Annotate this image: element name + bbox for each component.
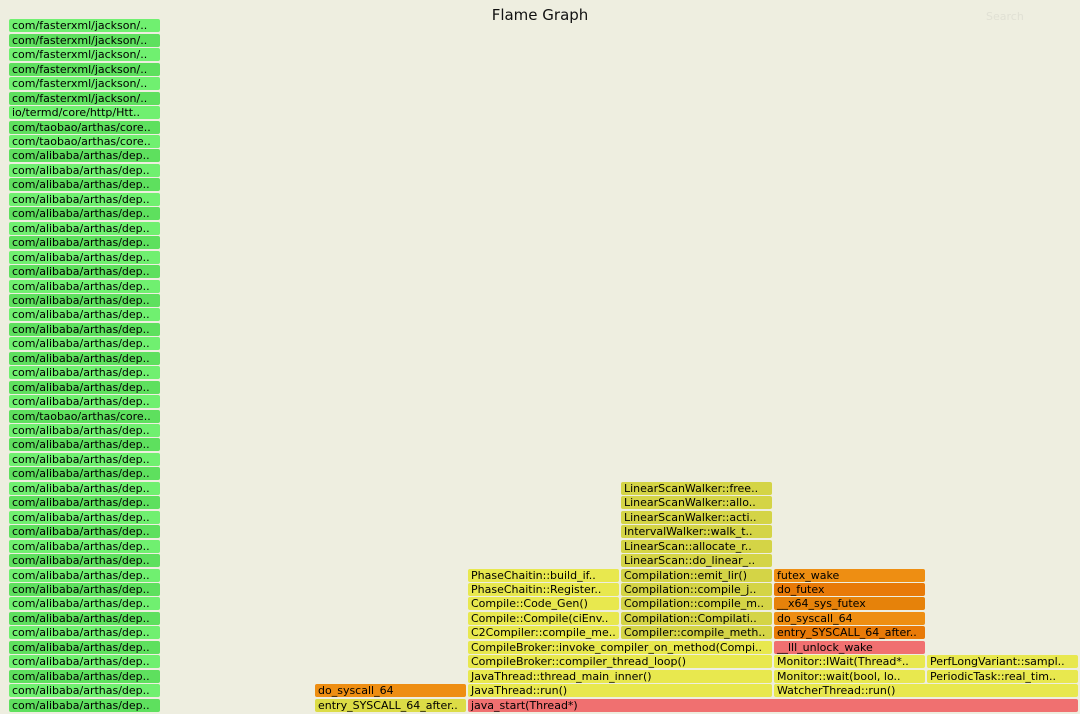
frame-bar[interactable]: futex_wake [774, 568, 925, 582]
frame-bar[interactable]: LinearScanWalker::allo.. [621, 496, 772, 510]
frame-bar[interactable]: Compiler::compile_meth.. [621, 626, 772, 640]
frame-bar[interactable]: __lll_unlock_wake [774, 640, 925, 654]
frame-bar[interactable]: PerfLongVariant::sampl.. [927, 655, 1078, 669]
frame-bar[interactable]: com/alibaba/arthas/dep.. [9, 597, 160, 611]
frame-bar[interactable]: com/alibaba/arthas/dep.. [9, 611, 160, 625]
frame-bar[interactable]: __x64_sys_futex [774, 597, 925, 611]
frame-bar[interactable]: com/taobao/arthas/core.. [9, 409, 160, 423]
frame-bar[interactable]: com/alibaba/arthas/dep.. [9, 337, 160, 351]
frame-bar[interactable]: do_syscall_64 [315, 684, 466, 697]
frame-bar[interactable]: com/alibaba/arthas/dep.. [9, 669, 160, 683]
frame-bar[interactable]: com/alibaba/arthas/dep.. [9, 322, 160, 336]
frame-bar[interactable]: Compilation::emit_lir() [621, 568, 772, 582]
frame-bar[interactable]: com/taobao/arthas/core.. [9, 120, 160, 134]
frame-bar[interactable]: LinearScan::allocate_r.. [621, 539, 772, 553]
frame-bar[interactable]: com/alibaba/arthas/dep.. [9, 684, 160, 697]
frame-bar[interactable]: entry_SYSCALL_64_after.. [774, 626, 925, 640]
frame-bar[interactable]: com/alibaba/arthas/dep.. [9, 452, 160, 466]
frame-bar[interactable]: com/alibaba/arthas/dep.. [9, 293, 160, 307]
frame-bar[interactable]: com/alibaba/arthas/dep.. [9, 366, 160, 380]
frame-bar[interactable]: Compile::Compile(ciEnv.. [468, 611, 619, 625]
frame-bar[interactable]: do_futex [774, 582, 925, 596]
frame-bar[interactable]: com/alibaba/arthas/dep.. [9, 438, 160, 452]
frame-bar[interactable]: com/taobao/arthas/core.. [9, 135, 160, 148]
frame-bar[interactable]: C2Compiler::compile_me.. [468, 626, 619, 640]
frame-bar[interactable]: com/alibaba/arthas/dep.. [9, 568, 160, 582]
frame-bar[interactable]: com/alibaba/arthas/dep.. [9, 582, 160, 596]
frame-bar[interactable]: com/alibaba/arthas/dep.. [9, 510, 160, 524]
frame-bar[interactable]: java_start(Thread*) [468, 698, 1078, 712]
frame-bar[interactable]: com/alibaba/arthas/dep.. [9, 265, 160, 278]
frame-bar[interactable]: com/alibaba/arthas/dep.. [9, 539, 160, 553]
frame-bar[interactable]: com/alibaba/arthas/dep.. [9, 496, 160, 510]
frame-bar[interactable]: entry_SYSCALL_64_after.. [315, 698, 466, 712]
frame-bar[interactable]: CompileBroker::compiler_thread_loop() [468, 655, 772, 669]
frame-bar[interactable]: Compile::Code_Gen() [468, 597, 619, 611]
frame-bar[interactable]: com/alibaba/arthas/dep.. [9, 525, 160, 539]
frame-bar[interactable]: com/alibaba/arthas/dep.. [9, 308, 160, 322]
frame-bar[interactable]: com/alibaba/arthas/dep.. [9, 380, 160, 394]
frame-bar[interactable]: PeriodicTask::real_tim.. [927, 669, 1078, 683]
frame-bar[interactable]: LinearScan::do_linear_.. [621, 554, 772, 567]
frame-bar[interactable]: IntervalWalker::walk_t.. [621, 525, 772, 539]
frame-bar[interactable]: com/alibaba/arthas/dep.. [9, 423, 160, 437]
frame-bar[interactable]: JavaThread::run() [468, 684, 772, 697]
frame-bar[interactable]: com/alibaba/arthas/dep.. [9, 481, 160, 495]
flame-graph-canvas: com/fasterxml/jackson/.. com/fasterxml/ja… [0, 0, 1080, 714]
frame-bar[interactable]: com/fasterxml/jackson/.. [9, 33, 160, 47]
frame-bar[interactable]: com/alibaba/arthas/dep.. [9, 221, 160, 235]
frame-bar[interactable]: com/alibaba/arthas/dep.. [9, 698, 160, 712]
frame-bar[interactable]: com/alibaba/arthas/dep.. [9, 351, 160, 365]
frame-bar[interactable]: com/alibaba/arthas/dep.. [9, 163, 160, 177]
frame-bar[interactable]: com/alibaba/arthas/dep.. [9, 554, 160, 567]
frame-bar[interactable]: LinearScanWalker::acti.. [621, 510, 772, 524]
frame-bar[interactable]: Compilation::compile_m.. [621, 597, 772, 611]
frame-bar[interactable]: com/alibaba/arthas/dep.. [9, 395, 160, 409]
frame-bar[interactable]: WatcherThread::run() [774, 684, 1078, 697]
frame-bar[interactable]: Compilation::Compilati.. [621, 611, 772, 625]
frame-bar[interactable]: com/alibaba/arthas/dep.. [9, 279, 160, 293]
frame-bar[interactable]: com/fasterxml/jackson/.. [9, 48, 160, 62]
frame-bar[interactable]: com/alibaba/arthas/dep.. [9, 626, 160, 640]
frame-bar[interactable]: Compilation::compile_j.. [621, 582, 772, 596]
frame-bar[interactable]: com/alibaba/arthas/dep.. [9, 207, 160, 221]
frame-bar[interactable]: io/termd/core/http/Htt.. [9, 106, 160, 120]
frame-bar[interactable]: com/alibaba/arthas/dep.. [9, 640, 160, 654]
frame-bar[interactable]: com/alibaba/arthas/dep.. [9, 655, 160, 669]
frame-bar[interactable]: Monitor::IWait(Thread*.. [774, 655, 925, 669]
frame-bar[interactable]: com/alibaba/arthas/dep.. [9, 192, 160, 206]
frame-bar[interactable]: com/fasterxml/jackson/.. [9, 62, 160, 76]
frame-bar[interactable]: com/alibaba/arthas/dep.. [9, 236, 160, 250]
frame-bar[interactable]: com/fasterxml/jackson/.. [9, 77, 160, 91]
frame-bar[interactable]: com/alibaba/arthas/dep.. [9, 250, 160, 264]
frame-bar[interactable]: CompileBroker::invoke_compiler_on_method… [468, 640, 772, 654]
frame-bar[interactable]: com/alibaba/arthas/dep.. [9, 149, 160, 163]
frame-bar[interactable]: PhaseChaitin::Register.. [468, 582, 619, 596]
frame-bar[interactable]: com/fasterxml/jackson/.. [9, 91, 160, 105]
frame-bar[interactable]: com/fasterxml/jackson/.. [9, 19, 160, 33]
frame-bar[interactable]: Monitor::wait(bool, lo.. [774, 669, 925, 683]
frame-bar[interactable]: com/alibaba/arthas/dep.. [9, 178, 160, 192]
frame-bar[interactable]: LinearScanWalker::free.. [621, 481, 772, 495]
frame-bar[interactable]: do_syscall_64 [774, 611, 925, 625]
frame-bar[interactable]: PhaseChaitin::build_if.. [468, 568, 619, 582]
frame-bar[interactable]: com/alibaba/arthas/dep.. [9, 467, 160, 481]
frame-bar[interactable]: JavaThread::thread_main_inner() [468, 669, 772, 683]
